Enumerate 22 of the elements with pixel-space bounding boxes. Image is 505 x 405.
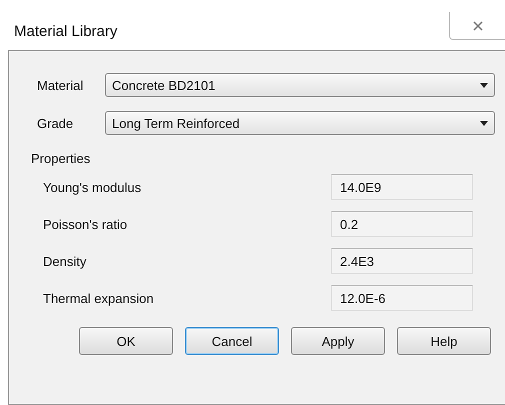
window-title: Material Library: [14, 23, 118, 40]
dialog-button[interactable]: Apply: [291, 327, 385, 355]
value-field[interactable]: 12.0E-6: [331, 285, 473, 311]
property-label: Density: [43, 254, 86, 268]
close-icon: [472, 20, 484, 32]
dropdown[interactable]: Concrete BD2101: [105, 73, 495, 97]
property-label: Poisson's ratio: [43, 216, 128, 232]
property-label: Young's modulus: [43, 180, 142, 194]
field-label: Grade: [37, 116, 74, 130]
value-field[interactable]: 2.4E3: [331, 248, 473, 274]
value-field[interactable]: 14.0E9: [331, 174, 473, 200]
dropdown-arrow-icon: [480, 120, 488, 126]
close-button[interactable]: [449, 12, 505, 40]
group-title: Properties: [31, 151, 92, 166]
dropdown-arrow-icon: [480, 82, 488, 88]
dialog-button[interactable]: OK: [79, 327, 173, 355]
value-field[interactable]: 0.2: [331, 211, 473, 237]
dropdown[interactable]: Long Term Reinforced: [105, 111, 495, 135]
dialog-button[interactable]: Cancel: [185, 327, 279, 355]
field-label: Material: [37, 78, 84, 92]
property-label: Thermal expansion: [43, 290, 154, 306]
dialog-button[interactable]: Help: [397, 327, 491, 355]
